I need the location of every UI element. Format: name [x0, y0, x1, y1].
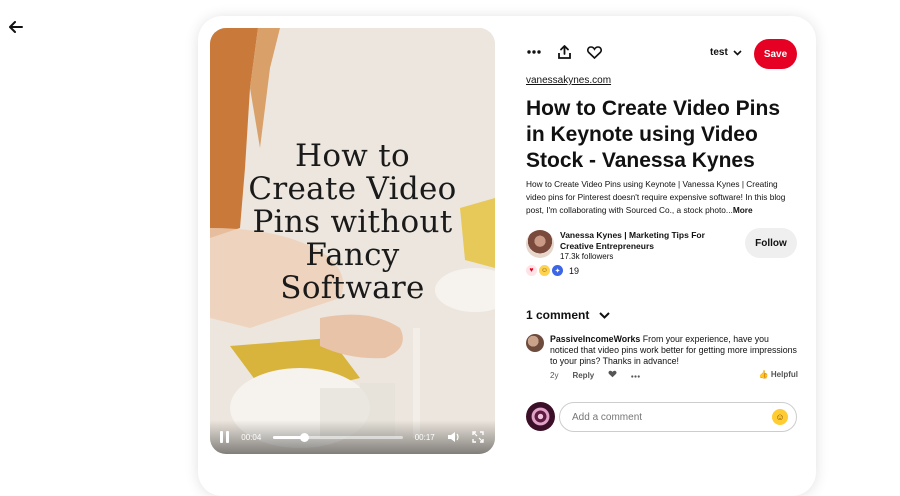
current-user-avatar [526, 402, 555, 431]
progress-handle[interactable] [300, 432, 310, 442]
reaction-count: 19 [569, 265, 580, 276]
comment-meta: 2y Reply [550, 370, 641, 380]
like-button[interactable] [586, 44, 602, 60]
pin-title: How to Create Video Pins in Keynote usin… [526, 97, 780, 172]
author-avatar[interactable] [526, 230, 554, 258]
follow-button[interactable]: Follow [745, 228, 797, 258]
comment-item: PassiveIncomeWorks From your experience,… [526, 334, 798, 382]
idea-reaction-icon: ✦ [552, 265, 563, 276]
more-dots-icon [631, 374, 641, 378]
helpful-label: Helpful [770, 370, 798, 379]
save-button[interactable]: Save [754, 39, 797, 69]
pause-button[interactable] [220, 431, 231, 443]
author-row: Vanessa Kynes | Marketing Tips For Creat… [526, 227, 798, 263]
duration: 00:17 [414, 432, 435, 442]
commenter-name[interactable]: PassiveIncomeWorks [550, 334, 640, 344]
more-link[interactable]: More [733, 205, 753, 215]
reactions-summary[interactable]: ♥ ☺ ✦ 19 [526, 265, 798, 276]
more-dots-icon [527, 50, 541, 54]
pin-video[interactable]: How to Create Video Pins without Fancy S… [210, 28, 495, 454]
board-name: test [710, 47, 728, 58]
pause-icon [220, 431, 223, 443]
reply-button[interactable]: Reply [572, 371, 594, 380]
pin-details: test Save vanessakynes.com How to Create… [526, 38, 798, 434]
current-time: 00:04 [241, 432, 262, 442]
emoji-picker-icon[interactable]: ☺ [772, 409, 788, 425]
comment-body: PassiveIncomeWorks From your experience,… [550, 334, 798, 367]
overlay-line: Fancy [305, 237, 400, 273]
more-options-button[interactable] [526, 44, 542, 60]
pin-action-icons [526, 44, 602, 60]
comment-input[interactable] [559, 402, 797, 432]
volume-button[interactable] [447, 430, 460, 444]
overlay-line: Pins without [252, 204, 453, 240]
comment-like-button[interactable] [608, 370, 617, 380]
arrow-left-icon [9, 21, 23, 33]
heart-icon [608, 370, 617, 378]
chevron-down-icon [733, 49, 742, 56]
author-name[interactable]: Vanessa Kynes | Marketing Tips For Creat… [560, 230, 730, 252]
fullscreen-button[interactable] [472, 430, 485, 444]
overlay-line: Software [280, 270, 425, 306]
wow-reaction-icon: ☺ [539, 265, 550, 276]
follower-count: 17.3k followers [560, 252, 614, 261]
comment-more-button[interactable] [631, 371, 641, 380]
share-upload-icon [557, 45, 571, 59]
add-comment-row: ☺ [526, 402, 798, 434]
thumbs-up-icon: 👍 [758, 370, 769, 379]
overlay-line: Create Video [248, 171, 457, 207]
share-button[interactable] [556, 44, 572, 60]
back-button[interactable] [9, 20, 29, 40]
comments-toggle[interactable]: 1 comment [526, 308, 798, 322]
expand-icon [472, 431, 485, 443]
video-overlay-title: How to Create Video Pins without Fancy S… [210, 140, 495, 305]
pin-description: How to Create Video Pins using Keynote |… [526, 178, 798, 217]
board-selector[interactable]: test [710, 47, 742, 58]
comment-age: 2y [550, 370, 559, 380]
chevron-down-icon [599, 311, 611, 319]
helpful-button[interactable]: 👍 Helpful [759, 370, 798, 379]
pin-action-bar: test Save [526, 38, 798, 70]
source-link[interactable]: vanessakynes.com [526, 75, 611, 86]
pin-card: How to Create Video Pins without Fancy S… [198, 16, 816, 496]
commenter-avatar[interactable] [526, 334, 544, 352]
overlay-line: How to [294, 138, 410, 174]
comments-count: 1 comment [526, 308, 590, 322]
heart-reaction-icon: ♥ [526, 265, 537, 276]
volume-icon [447, 432, 459, 442]
video-controls: 00:04 00:17 [210, 420, 495, 454]
video-progress-bar[interactable] [273, 432, 403, 442]
heart-outline-icon [586, 45, 602, 59]
